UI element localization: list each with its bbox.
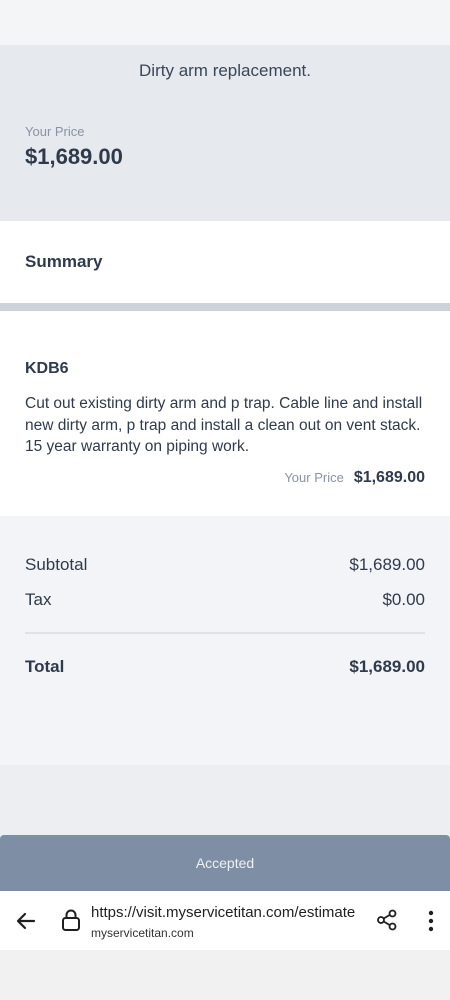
browser-url-bar: https://visit.myservicetitan.com/estimat…: [0, 891, 450, 950]
url-text[interactable]: https://visit.myservicetitan.com/estimat…: [91, 904, 361, 921]
accepted-button[interactable]: Accepted: [0, 835, 450, 891]
item-description: Cut out existing dirty arm and p trap. C…: [25, 395, 423, 455]
total-row: Total $1,689.00: [25, 657, 425, 677]
tax-value: $0.00: [382, 590, 425, 609]
totals-section: Subtotal $1,689.00 Tax $0.00 Total $1,68…: [0, 516, 450, 765]
your-price-value: $1,689.00: [25, 144, 123, 169]
subtotal-label: Subtotal: [25, 555, 88, 574]
subtotal-row: Subtotal $1,689.00: [25, 555, 425, 575]
item-price-row: Your Price $1,689.00: [284, 469, 425, 487]
summary-title: Summary: [25, 252, 103, 271]
top-spacer: [0, 0, 450, 45]
total-label: Total: [25, 657, 65, 676]
lock-icon[interactable]: [60, 908, 82, 932]
tax-label: Tax: [25, 590, 52, 609]
section-divider: [0, 303, 450, 311]
item-code: KDB6: [25, 360, 69, 377]
domain-text: myservicetitan.com: [91, 926, 194, 940]
item-price-value: $1,689.00: [353, 469, 425, 486]
your-price-label: Your Price: [25, 124, 85, 139]
back-arrow-icon[interactable]: [14, 909, 38, 933]
bottom-spacer: [0, 950, 450, 1000]
tax-row: Tax $0.00: [25, 590, 425, 610]
summary-section: Summary: [0, 221, 450, 303]
totals-divider: [25, 632, 425, 634]
total-value: $1,689.00: [349, 657, 425, 676]
more-vert-icon[interactable]: [421, 909, 441, 933]
subtotal-value: $1,689.00: [349, 555, 425, 574]
line-item: KDB6 Cut out existing dirty arm and p tr…: [0, 311, 450, 516]
estimate-header: Dirty arm replacement. Your Price $1,689…: [0, 45, 450, 221]
estimate-description: Dirty arm replacement.: [139, 61, 311, 80]
item-price-label: Your Price: [284, 470, 344, 485]
share-icon[interactable]: [376, 909, 398, 931]
